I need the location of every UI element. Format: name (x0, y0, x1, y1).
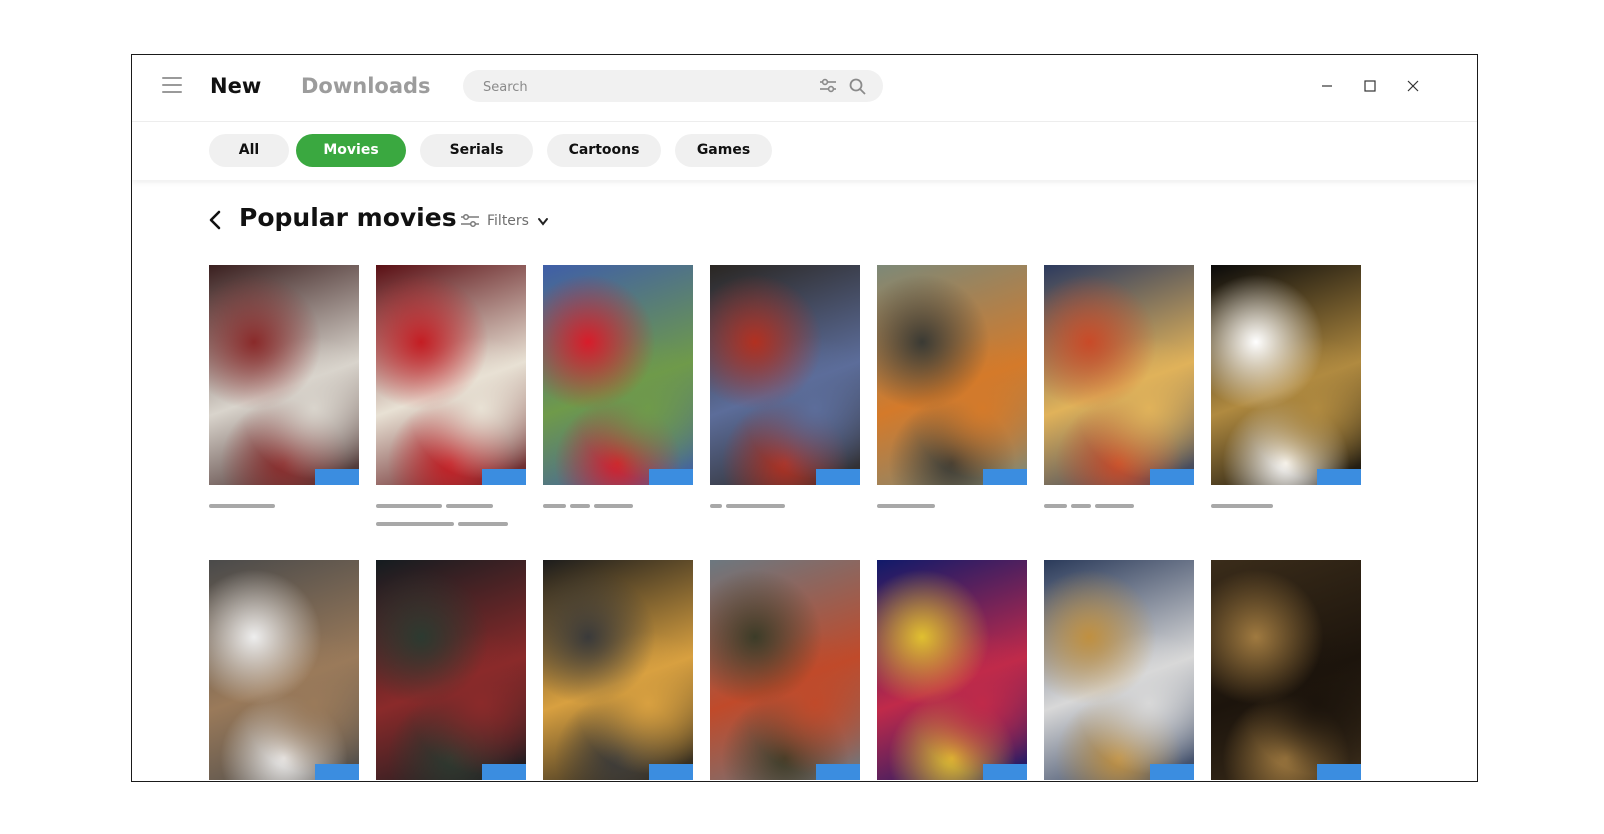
category-bar: All Movies Serials Cartoons Games (132, 122, 1477, 180)
movie-card[interactable] (1211, 265, 1361, 535)
movie-card[interactable] (543, 265, 693, 535)
title-placeholder-bar (376, 504, 442, 508)
movie-card[interactable] (710, 265, 860, 535)
movie-poster (543, 265, 693, 485)
quality-badge (983, 469, 1027, 485)
title-placeholder-bar (594, 504, 633, 508)
filters-label: Filters (487, 213, 529, 229)
quality-badge (482, 764, 526, 780)
movie-poster (1211, 265, 1361, 485)
filter-sliders-icon (461, 213, 479, 228)
movie-poster (1044, 560, 1194, 780)
title-placeholder-bar (376, 522, 454, 526)
quality-badge (315, 469, 359, 485)
app-window: New Downloads A (131, 54, 1478, 782)
category-movies[interactable]: Movies (296, 134, 406, 167)
search-icon[interactable] (848, 77, 868, 95)
movie-card[interactable] (710, 560, 860, 780)
category-games[interactable]: Games (675, 134, 772, 167)
movie-card[interactable] (209, 265, 359, 535)
movie-poster (209, 265, 359, 485)
movie-poster (543, 560, 693, 780)
title-placeholder-bar (710, 504, 722, 508)
category-cartoons[interactable]: Cartoons (547, 134, 661, 167)
search-box (463, 70, 883, 104)
movie-poster (877, 560, 1027, 780)
movie-card[interactable] (1044, 560, 1194, 780)
quality-badge (1317, 764, 1361, 780)
quality-badge (1150, 469, 1194, 485)
tab-new[interactable]: New (210, 74, 261, 98)
filter-sliders-icon[interactable] (818, 77, 838, 95)
menu-icon[interactable] (162, 77, 182, 95)
close-icon[interactable] (1402, 75, 1424, 97)
title-placeholder-bar (209, 504, 275, 508)
quality-badge (649, 469, 693, 485)
quality-badge (1150, 764, 1194, 780)
back-chevron-icon[interactable] (208, 209, 222, 231)
movie-poster (877, 265, 1027, 485)
movie-card[interactable] (376, 265, 526, 535)
chevron-down-icon (538, 218, 548, 226)
tab-downloads[interactable]: Downloads (301, 74, 431, 98)
category-serials[interactable]: Serials (420, 134, 533, 167)
movie-card[interactable] (1211, 560, 1361, 780)
title-placeholder-bar (458, 522, 508, 526)
quality-badge (482, 469, 526, 485)
title-placeholder-bar (1044, 504, 1067, 508)
quality-badge (315, 764, 359, 780)
movie-poster (376, 265, 526, 485)
page-title: Popular movies (239, 203, 457, 232)
quality-badge (983, 764, 1027, 780)
movie-card[interactable] (877, 265, 1027, 535)
movie-poster (710, 560, 860, 780)
movie-poster (1211, 560, 1361, 780)
movie-card[interactable] (877, 560, 1027, 780)
quality-badge (1317, 469, 1361, 485)
top-bar: New Downloads (132, 55, 1477, 122)
title-placeholder-bar (446, 504, 493, 508)
search-input[interactable] (481, 70, 805, 104)
movie-poster (209, 560, 359, 780)
title-placeholder-bar (1211, 504, 1273, 508)
title-placeholder-bar (1095, 504, 1134, 508)
movie-card[interactable] (543, 560, 693, 780)
movie-card[interactable] (1044, 265, 1194, 535)
movie-card[interactable] (376, 560, 526, 780)
movie-poster (710, 265, 860, 485)
quality-badge (649, 764, 693, 780)
movie-poster (1044, 265, 1194, 485)
quality-badge (816, 469, 860, 485)
title-placeholder-bar (543, 504, 566, 508)
title-placeholder-bar (570, 504, 590, 508)
movie-poster (376, 560, 526, 780)
title-placeholder-bar (877, 504, 935, 508)
maximize-icon[interactable] (1359, 75, 1381, 97)
movie-card[interactable] (209, 560, 359, 780)
minimize-icon[interactable] (1316, 75, 1338, 97)
category-all[interactable]: All (209, 134, 289, 167)
quality-badge (816, 764, 860, 780)
title-placeholder-bar (726, 504, 785, 508)
title-placeholder-bar (1071, 504, 1091, 508)
